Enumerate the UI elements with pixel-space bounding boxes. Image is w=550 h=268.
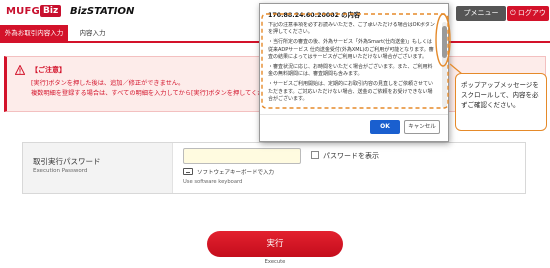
warning-title: 【ご注意】: [31, 66, 66, 74]
warning-icon: [15, 65, 25, 75]
execute-sublabel: Execute: [264, 259, 286, 265]
cancel-button[interactable]: キャンセル: [404, 120, 440, 134]
ok-button[interactable]: OK: [370, 120, 400, 134]
dialog-scrollbar[interactable]: [442, 22, 447, 108]
dialog-divider: [260, 114, 448, 115]
show-password-label: パスワードを表示: [323, 152, 379, 160]
keyboard-icon: [183, 168, 193, 175]
mufg-logo: MUFG: [6, 6, 40, 17]
top-menu-button[interactable]: プメニュー: [456, 6, 506, 21]
power-icon: ⏻: [510, 9, 516, 17]
software-keyboard-toggle[interactable]: ソフトウェアキーボードで入力: [183, 168, 274, 176]
logout-button[interactable]: ⏻ ログアウト: [507, 6, 549, 32]
dialog-paragraph: 下記の注意事項を必ずお読みいただき、ご了承いただける場合はOKボタンを押してくだ…: [268, 22, 435, 36]
execute-button[interactable]: 実行: [207, 231, 343, 257]
show-password-checkbox[interactable]: パスワードを表示: [311, 151, 379, 161]
tab-transaction-input[interactable]: 外為お取引内容入力: [0, 25, 68, 41]
software-keyboard-label: ソフトウェアキーボードで入力: [197, 170, 275, 176]
password-label: 取引実行パスワード: [33, 157, 101, 166]
software-keyboard-sublabel: Use software keyboard: [183, 179, 243, 185]
instruction-callout: ポップアップメッセージをスクロールして、内容を必ずご確認ください。: [455, 73, 547, 131]
password-sublabel: Execution Password: [33, 168, 88, 174]
password-input[interactable]: [183, 148, 301, 164]
tab-content-input[interactable]: 内容入力: [70, 25, 115, 41]
warning-line-1: [実行]ボタンを押した後は、追加／修正ができません。: [31, 80, 185, 87]
password-form: 取引実行パスワード Execution Password パスワードを表示 ソフ…: [22, 142, 526, 194]
dialog-paragraph: ・当行所定の審査の後、外為サービス「外為Smart(仕向送金)」もしくは従来AD…: [268, 39, 434, 60]
dialog-paragraph: ・サービスご利用開始は、定期的にお取引内容の見直しをご依頼させていただきます。ご…: [268, 81, 434, 102]
password-label-cell: 取引実行パスワード Execution Password: [23, 143, 173, 193]
dialog-paragraph: ・審査状況に応じ、お時間をいただく場合がございます。また、ご利用料金の無料期間に…: [268, 64, 433, 78]
confirm-dialog: 170.88.24.60:20002 の内容 下記の注意事項を必ずお読みいただき…: [259, 3, 449, 142]
dialog-message: 下記の注意事項を必ずお読みいただき、ご了承いただける場合はOKボタンを押してくだ…: [268, 22, 436, 108]
checkbox-box[interactable]: [311, 151, 319, 159]
warning-line-2: 複数明細を登録する場合は、すべての明細を入力してから[実行]ボタンを押してくださ…: [31, 90, 283, 97]
biz-logo-badge: Biz: [40, 5, 62, 17]
dialog-scroll-thumb[interactable]: [442, 26, 447, 58]
bizstation-logo: BizSTATION: [70, 6, 135, 17]
dialog-title: 170.88.24.60:20002 の内容: [268, 12, 361, 19]
